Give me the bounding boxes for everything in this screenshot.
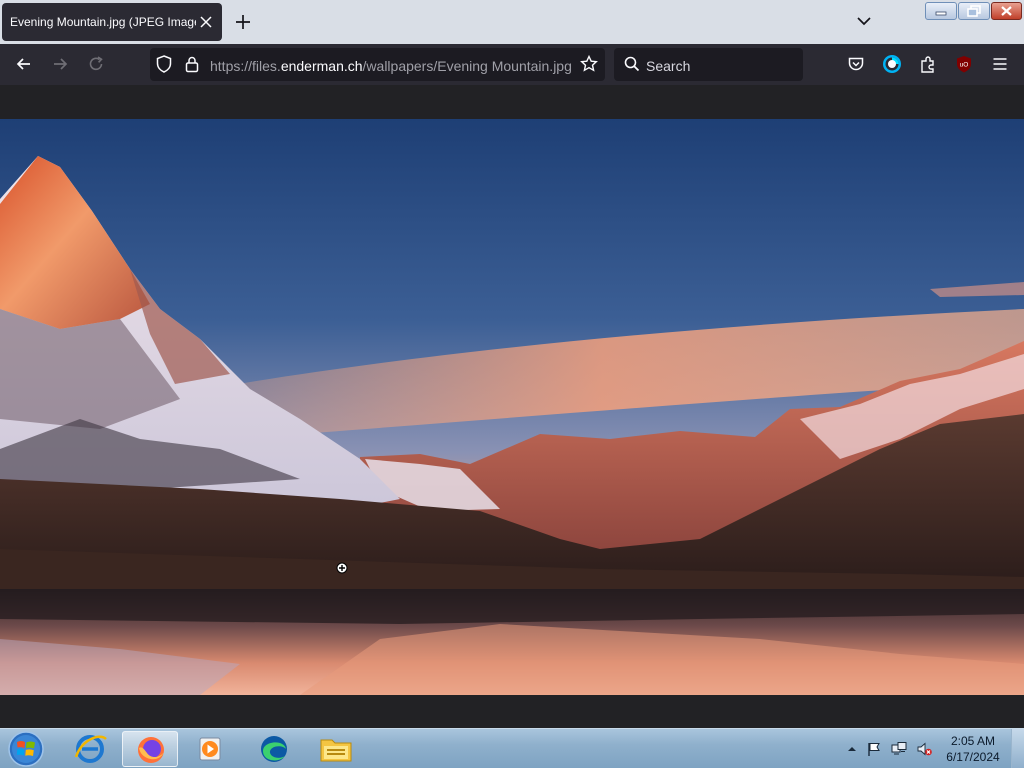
clock-date: 6/17/2024 xyxy=(946,750,1000,764)
internet-explorer-icon[interactable] xyxy=(62,731,118,767)
shield-icon[interactable] xyxy=(154,54,174,74)
back-icon[interactable] xyxy=(14,54,34,74)
search-bar[interactable]: Search xyxy=(614,48,803,81)
url-text[interactable]: https://files.enderman.ch/wallpapers/Eve… xyxy=(210,58,572,74)
ublock-label: uO xyxy=(960,62,969,69)
ublock-icon[interactable]: uO xyxy=(954,54,974,74)
menu-icon[interactable] xyxy=(990,54,1010,74)
url-path: /wallpapers/Evening Mountain.jpg xyxy=(362,58,572,74)
pocket-icon[interactable] xyxy=(846,54,866,74)
url-host: enderman.ch xyxy=(280,58,363,74)
extensions-icon[interactable] xyxy=(918,54,938,74)
edge-icon[interactable] xyxy=(246,731,302,767)
volume-muted-icon[interactable] xyxy=(916,741,932,757)
firefox-taskbar-icon[interactable] xyxy=(122,731,178,767)
tab-strip: Evening Mountain.jpg (JPEG Image xyxy=(0,0,1024,44)
evening-mountain-image[interactable] xyxy=(0,119,1024,695)
lock-icon[interactable] xyxy=(182,54,202,74)
reload-icon[interactable] xyxy=(86,54,106,74)
navigation-toolbar: https://files.enderman.ch/wallpapers/Eve… xyxy=(0,44,1024,85)
tray-chevron-up-icon[interactable] xyxy=(844,741,860,757)
new-tab-icon[interactable] xyxy=(232,11,254,33)
url-prefix: https://files. xyxy=(210,58,281,74)
account-icon[interactable] xyxy=(882,54,902,74)
url-bar[interactable]: https://files.enderman.ch/wallpapers/Eve… xyxy=(150,48,605,81)
show-desktop-button[interactable] xyxy=(1011,729,1024,768)
minimize-button[interactable] xyxy=(925,2,957,20)
system-clock[interactable]: 2:05 AM 6/17/2024 xyxy=(940,733,1006,765)
flag-icon[interactable] xyxy=(866,741,882,757)
media-player-icon[interactable] xyxy=(182,731,238,767)
chevron-down-icon[interactable] xyxy=(854,11,874,31)
search-icon xyxy=(622,54,642,74)
tab-active[interactable]: Evening Mountain.jpg (JPEG Image xyxy=(2,3,222,41)
network-icon[interactable] xyxy=(891,741,907,757)
browser-window: Evening Mountain.jpg (JPEG Image https:/… xyxy=(0,0,1024,768)
clock-time: 2:05 AM xyxy=(950,734,996,748)
start-button[interactable] xyxy=(4,730,48,768)
cursor-icon xyxy=(336,562,348,574)
forward-icon[interactable] xyxy=(50,54,70,74)
star-icon[interactable] xyxy=(579,54,599,74)
close-icon[interactable] xyxy=(196,12,216,32)
close-window-button[interactable] xyxy=(991,2,1022,20)
image-viewer xyxy=(0,85,1024,728)
restore-button[interactable] xyxy=(958,2,990,20)
tab-title: Evening Mountain.jpg (JPEG Image xyxy=(10,15,196,29)
taskbar: 2:05 AM 6/17/2024 xyxy=(0,728,1024,768)
search-input[interactable]: Search xyxy=(646,58,690,74)
file-explorer-icon[interactable] xyxy=(308,731,364,767)
